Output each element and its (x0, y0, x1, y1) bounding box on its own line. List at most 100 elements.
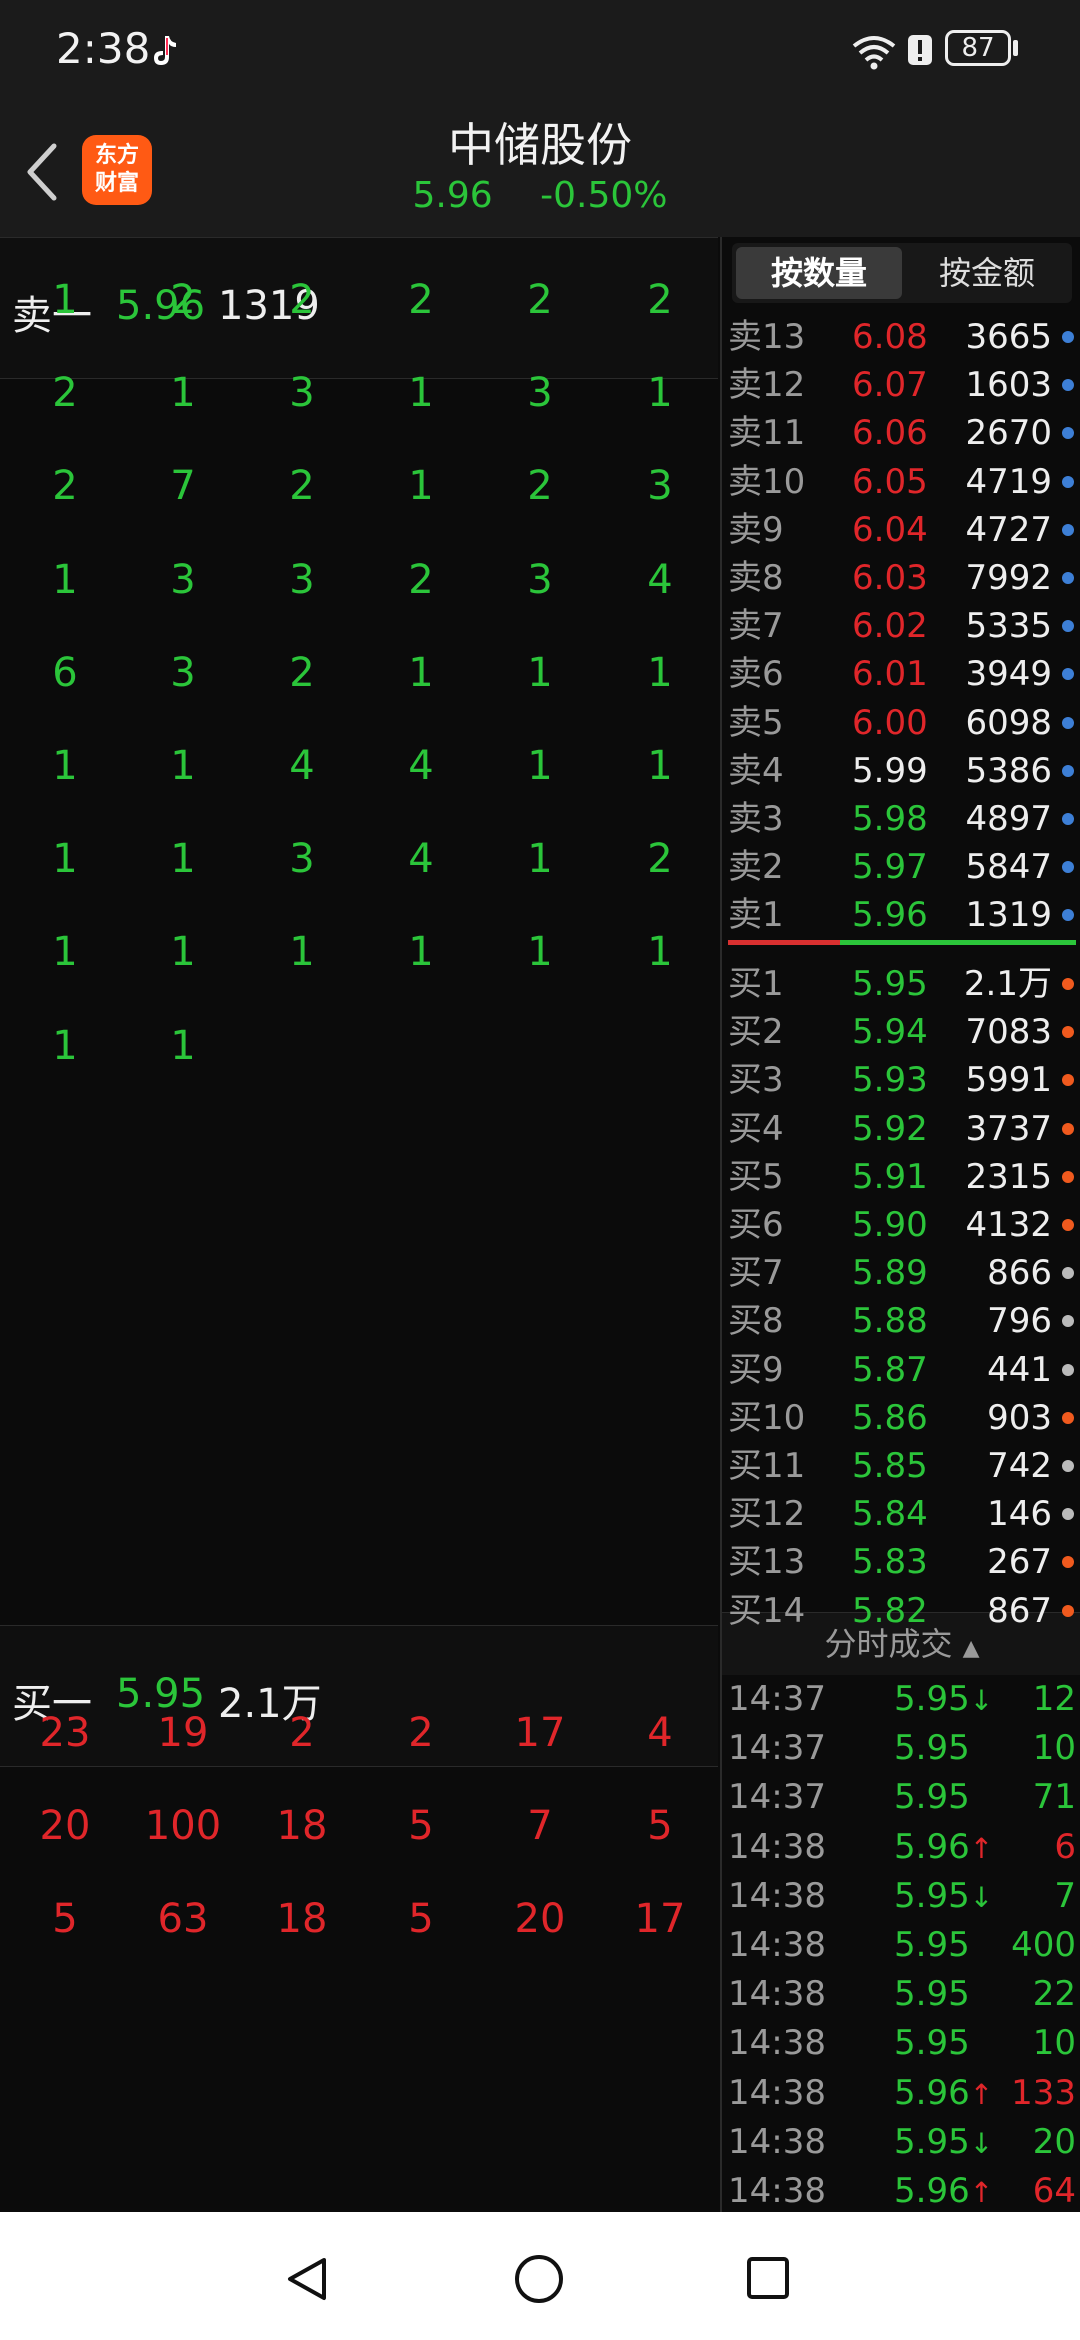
trade-price-cell: 5.95 (894, 1724, 970, 1774)
trade-volume: 133 (1011, 2072, 1076, 2113)
bid-row-volume: 441 (987, 1349, 1052, 1390)
ask-row-label: 卖2 (728, 847, 784, 888)
trade-direction-arrow: ↑ (969, 1831, 994, 1865)
queue-order-count: 3 (527, 556, 553, 603)
bid-row-price: 5.90 (852, 1205, 928, 1245)
ask-row-volume: 2670 (965, 413, 1052, 454)
stock-title: 中储股份 (448, 118, 632, 172)
trade-price-cell: 5.95 (894, 1970, 970, 2020)
bid-dot-icon (1062, 978, 1074, 990)
bid-row: 买12 5.84 146 (722, 1490, 1080, 1538)
bid-row-label: 买7 (728, 1253, 784, 1294)
bid-row-volume: 903 (987, 1397, 1052, 1438)
ask-dot-icon (1062, 572, 1074, 584)
bid-row: 买6 5.90 4132 (722, 1201, 1080, 1249)
bid-dot-icon (1062, 1074, 1074, 1087)
ask-row-label: 卖8 (728, 558, 784, 598)
ask-row: 卖4 5.99 5386 (722, 747, 1080, 795)
bid-row: 买5 5.91 2315 (722, 1153, 1080, 1201)
nav-back-icon[interactable] (282, 2254, 332, 2304)
queue-order-count: 5 (408, 1803, 434, 1850)
ask-row: 卖1 5.96 1319 (722, 891, 1080, 939)
queue-order-count: 2 (527, 463, 553, 510)
trade-price: 5.95 (894, 1875, 970, 1916)
queue-order-count: 1 (408, 370, 434, 417)
ask-dot-icon (1062, 427, 1074, 440)
trade-price: 5.96 (894, 2072, 970, 2113)
status-time: 2:38 (56, 24, 151, 73)
ask-row-label: 卖6 (728, 654, 784, 695)
bid-row-price: 5.87 (852, 1349, 928, 1390)
ask-row-price: 5.99 (852, 750, 928, 791)
queue-order-count: 1 (527, 743, 553, 789)
bid-row-volume: 866 (987, 1253, 1052, 1294)
trade-volume: 10 (1032, 2023, 1076, 2064)
trade-row: 14:38 5.95 400 (722, 1921, 1080, 1970)
bid-row-label: 买1 (728, 964, 784, 1004)
order-book-panel[interactable]: 按数量 按金额 分时成交 ▲ 卖13 6.08 3665 卖12 6.07 1603 卖11… (720, 237, 1080, 2212)
bid-row-volume: 867 (987, 1590, 1052, 1631)
trade-row: 14:38 5.95 10 (722, 2019, 1080, 2068)
tiktok-icon (154, 36, 176, 65)
queue-order-count: 3 (170, 649, 196, 696)
bid-row-label: 买11 (728, 1446, 806, 1486)
trade-price-cell: 5.95 (894, 1773, 970, 1823)
ask-dot-icon (1062, 475, 1074, 488)
order-book-mode-toggle: 按数量 按金额 (732, 243, 1072, 303)
ask-dot-icon (1062, 379, 1074, 392)
queue-order-count: 100 (144, 1803, 222, 1850)
queue-order-count: 1 (647, 743, 673, 789)
ask-row-volume: 4897 (965, 799, 1052, 839)
trade-time: 14:38 (728, 1826, 826, 1867)
queue-order-count: 20 (514, 1896, 566, 1943)
trade-direction-arrow: ↑ (969, 2176, 994, 2209)
queue-order-count: 7 (527, 1803, 553, 1850)
queue-order-count: 1 (527, 649, 553, 696)
trade-time: 14:38 (728, 1974, 826, 2015)
queue-order-count: 1 (52, 277, 78, 323)
order-queue-panel[interactable]: 卖一 5.96 1319 买一 5.95 2.1万 12222221313127… (0, 237, 718, 2212)
ask-row-label: 卖12 (728, 365, 806, 406)
queue-order-count: 4 (289, 743, 315, 789)
ask-row-label: 卖3 (728, 799, 784, 839)
queue-order-count: 3 (289, 370, 315, 417)
queue-order-count: 17 (634, 1896, 686, 1943)
bid-row-price: 5.91 (852, 1156, 928, 1197)
ask-dot-icon (1062, 331, 1074, 343)
queue-order-count: 3 (289, 556, 315, 603)
bid-row-label: 买12 (728, 1494, 806, 1535)
ask-row-price: 6.08 (852, 317, 928, 357)
ask-dot-icon (1062, 861, 1074, 874)
trade-volume: 400 (1011, 1925, 1076, 1965)
bid-row-label: 买6 (728, 1205, 784, 1245)
ask-dot-icon (1062, 764, 1074, 777)
ask-row: 卖9 6.04 4727 (722, 506, 1080, 554)
bid-dot-icon (1062, 1219, 1074, 1231)
nav-home-icon[interactable] (513, 2253, 565, 2305)
trade-time: 14:37 (728, 1777, 826, 1818)
nav-recents-icon[interactable] (745, 2255, 791, 2301)
ask-row-volume: 3665 (965, 317, 1052, 357)
queue-order-count: 2 (289, 1710, 315, 1756)
bid-row: 买4 5.92 3737 (722, 1105, 1080, 1153)
ask-row-label: 卖1 (728, 895, 784, 936)
queue-order-count: 2 (647, 836, 673, 883)
bid-row-label: 买4 (728, 1108, 784, 1149)
queue-order-count: 1 (527, 929, 553, 976)
queue-order-count: 3 (289, 836, 315, 883)
bid-row-price: 5.86 (852, 1397, 928, 1438)
bid-dot-icon (1062, 1170, 1074, 1183)
queue-order-count: 5 (647, 1803, 673, 1850)
trade-row: 14:37 5.95↓ 12 (722, 1675, 1080, 1724)
bid-row-volume: 2315 (965, 1156, 1052, 1197)
tab-by-amount[interactable]: 按金额 (904, 247, 1070, 299)
bid-row-label: 买14 (728, 1590, 806, 1631)
bid-row-price: 5.84 (852, 1494, 928, 1535)
bid-row-volume: 146 (987, 1494, 1052, 1535)
tab-by-quantity[interactable]: 按数量 (736, 247, 902, 299)
trade-price-cell: 5.95↓ (894, 2118, 993, 2168)
queue-order-count: 2 (408, 1710, 434, 1756)
trade-time: 14:38 (728, 2023, 826, 2064)
bid-row-label: 买8 (728, 1301, 784, 1342)
bid-row-price: 5.85 (852, 1446, 928, 1486)
